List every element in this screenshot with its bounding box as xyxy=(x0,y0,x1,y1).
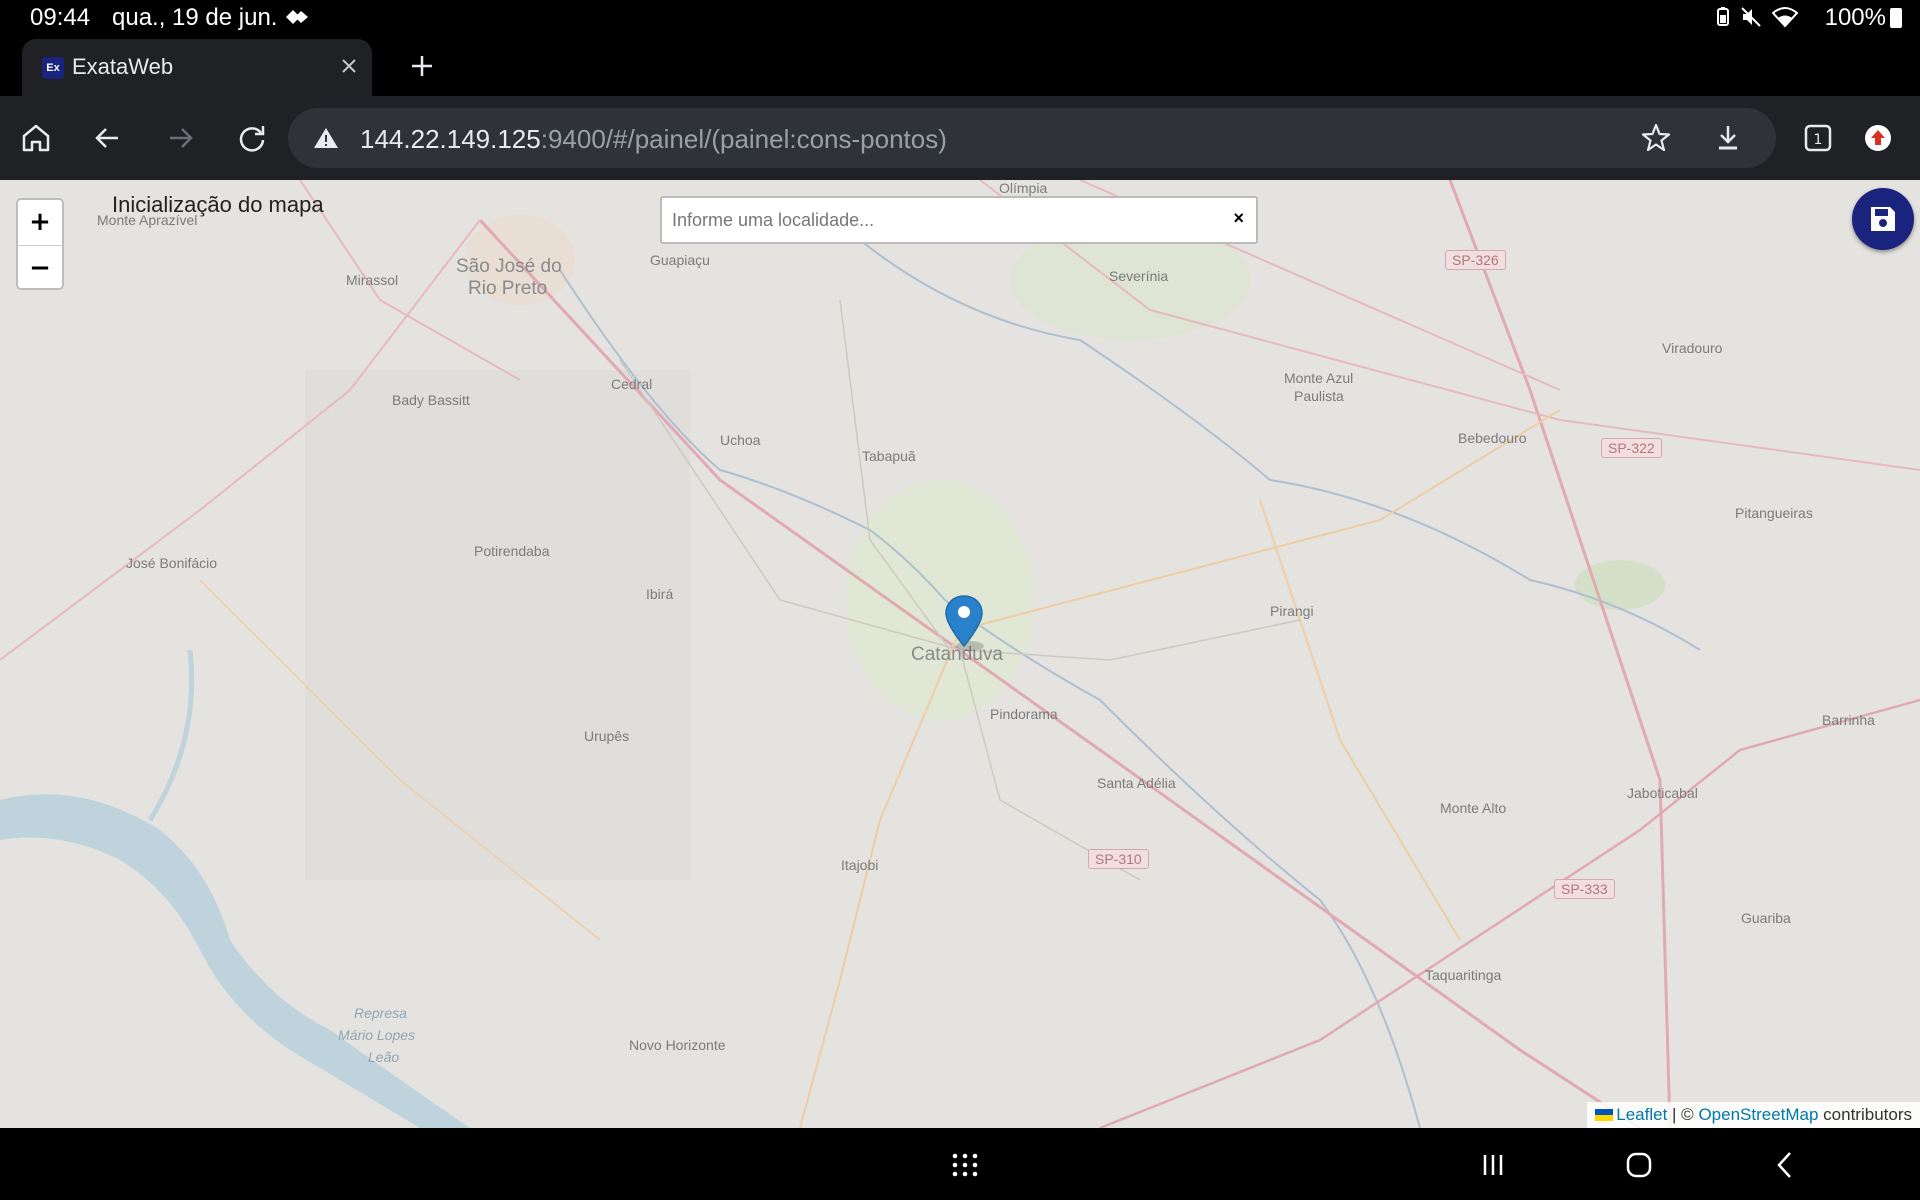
place-label: Rio Preto xyxy=(468,278,548,299)
place-label: Monte Alto xyxy=(1440,800,1507,816)
place-label: Potirendaba xyxy=(474,543,550,559)
address-bar[interactable]: 144.22.149.125:9400/#/painel/(painel:con… xyxy=(288,108,1776,168)
water-label: Represa xyxy=(354,1005,407,1021)
tab-exataweb[interactable]: Ex ExataWeb xyxy=(22,39,372,96)
place-label: Mirassol xyxy=(346,272,399,288)
place-label: Ibirá xyxy=(646,586,674,602)
bookmark-star-icon[interactable] xyxy=(1636,118,1676,158)
water-label: Mário Lopes xyxy=(338,1027,416,1043)
location-search: × xyxy=(660,196,1258,244)
home-icon[interactable] xyxy=(12,114,60,162)
url-text[interactable]: 144.22.149.125:9400/#/painel/(painel:con… xyxy=(360,124,947,155)
download-icon[interactable] xyxy=(1708,118,1748,158)
place-label: Paulista xyxy=(1294,388,1344,404)
leaflet-link[interactable]: Leaflet xyxy=(1616,1105,1667,1124)
clear-search-button[interactable]: × xyxy=(1233,208,1244,229)
place-label: Guariba xyxy=(1741,910,1791,926)
highway-shield: SP-322 xyxy=(1601,438,1662,458)
place-label: Bebedouro xyxy=(1458,430,1527,446)
highway-shield: SP-326 xyxy=(1445,250,1506,270)
place-label: Itajobi xyxy=(841,857,879,873)
status-bar: 09:44 qua., 19 de jun. 100% xyxy=(0,0,1920,36)
place-label: Tabapuã xyxy=(862,448,916,464)
zoom-control: + − xyxy=(16,198,64,290)
place-label: Pirangi xyxy=(1270,603,1314,619)
highway-shield: SP-310 xyxy=(1088,849,1149,869)
not-secure-icon[interactable] xyxy=(312,124,340,152)
save-icon xyxy=(1871,207,1895,231)
place-label: Jaboticabal xyxy=(1627,785,1698,801)
attribution-contributors: contributors xyxy=(1818,1105,1912,1124)
zoom-in-button[interactable]: + xyxy=(18,200,62,245)
ukraine-flag-icon xyxy=(1595,1109,1614,1121)
recent-apps-icon[interactable] xyxy=(1476,1148,1510,1182)
browser-toolbar: 144.22.149.125:9400/#/painel/(painel:con… xyxy=(0,96,1920,180)
place-label: São José do xyxy=(456,256,562,277)
url-path: :9400/#/painel/(painel:cons-pontos) xyxy=(540,124,947,154)
place-label: Pindorama xyxy=(990,706,1058,722)
wifi-icon xyxy=(1772,7,1798,28)
forward-icon[interactable] xyxy=(156,114,204,162)
attribution-separator: | © xyxy=(1667,1105,1699,1124)
favicon-icon: Ex xyxy=(42,57,64,79)
system-icons xyxy=(1716,6,1798,28)
place-label: Guapiaçu xyxy=(650,252,710,268)
place-label: Pitangueiras xyxy=(1735,505,1813,521)
openstreetmap-link[interactable]: OpenStreetMap xyxy=(1698,1105,1818,1124)
back-icon[interactable] xyxy=(84,114,132,162)
date: qua., 19 de jun. xyxy=(112,4,278,31)
battery-saver-icon xyxy=(1717,7,1729,26)
svg-text:1: 1 xyxy=(1814,132,1823,148)
place-label: Bady Bassitt xyxy=(392,392,470,408)
map-view[interactable]: Olímpia Monte Aprazível São José do Rio … xyxy=(0,180,1920,1128)
place-label: Cedral xyxy=(611,376,653,392)
mute-icon xyxy=(1741,7,1761,27)
place-label: Uchoa xyxy=(720,432,761,448)
place-label: Olímpia xyxy=(999,180,1048,196)
place-label: Severínia xyxy=(1109,268,1169,284)
place-label: Monte Azul xyxy=(1284,370,1354,386)
system-nav-bar xyxy=(0,1128,1920,1200)
update-menu-icon[interactable] xyxy=(1854,114,1902,162)
tab-title: ExataWeb xyxy=(72,54,174,79)
location-search-input[interactable] xyxy=(672,206,1212,234)
new-tab-icon[interactable] xyxy=(404,48,440,84)
tab-count-icon[interactable]: 1 xyxy=(1794,114,1842,162)
sync-icon xyxy=(286,10,308,24)
home-nav-icon[interactable] xyxy=(1622,1148,1656,1182)
place-label: José Bonifácio xyxy=(126,555,218,571)
map-init-label: Inicialização do mapa xyxy=(112,192,324,217)
app-drawer-icon[interactable] xyxy=(948,1148,982,1182)
location-marker-icon[interactable] xyxy=(944,594,984,652)
zoom-out-button[interactable]: − xyxy=(18,245,62,290)
place-label: Urupês xyxy=(584,728,630,744)
place-label: Taquaritinga xyxy=(1425,967,1502,983)
tab-strip: Ex ExataWeb xyxy=(0,36,1920,96)
map-attribution: Leaflet | © OpenStreetMap contributors xyxy=(1587,1102,1920,1128)
clock: 09:44 xyxy=(30,4,91,31)
place-label: Barrinha xyxy=(1822,712,1875,728)
battery-percentage: 100% xyxy=(1824,4,1886,31)
place-label: Viradouro xyxy=(1662,340,1723,356)
close-tab-icon[interactable] xyxy=(334,51,364,81)
place-label: Santa Adélia xyxy=(1097,775,1176,791)
reload-icon[interactable] xyxy=(228,114,276,162)
battery-icon xyxy=(1890,8,1902,28)
highway-shield: SP-333 xyxy=(1554,879,1615,899)
water-label: Leão xyxy=(368,1049,400,1065)
back-nav-icon[interactable] xyxy=(1768,1148,1802,1182)
save-button[interactable] xyxy=(1852,188,1914,250)
place-label: Novo Horizonte xyxy=(629,1037,726,1053)
url-host: 144.22.149.125 xyxy=(360,124,541,154)
